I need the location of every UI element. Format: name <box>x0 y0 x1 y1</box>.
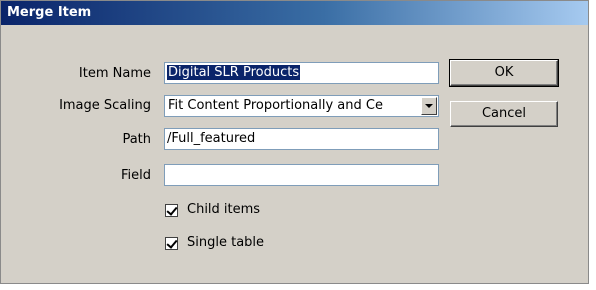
merge-item-dialog: Merge Item Item Name Digital SLR Product… <box>0 0 589 284</box>
image-scaling-label: Image Scaling <box>59 98 151 113</box>
item-name-input[interactable]: Digital SLR Products <box>164 62 439 84</box>
dialog-title: Merge Item <box>1 1 588 25</box>
field-label: Field <box>120 168 151 183</box>
image-scaling-select[interactable]: Fit Content Proportionally and Ce <box>164 95 439 117</box>
item-name-value: Digital SLR Products <box>167 65 301 80</box>
cancel-button[interactable]: Cancel <box>450 101 558 127</box>
single-table-label: Single table <box>187 235 265 250</box>
path-input[interactable]: /Full_featured <box>164 128 439 150</box>
image-scaling-value: Fit Content Proportionally and Ce <box>168 98 383 113</box>
dropdown-arrow-icon[interactable] <box>421 97 437 115</box>
ok-button[interactable]: OK <box>449 59 559 87</box>
path-value: /Full_featured <box>167 131 256 146</box>
path-label: Path <box>122 132 151 147</box>
item-name-label: Item Name <box>78 66 151 81</box>
child-items-checkbox[interactable] <box>165 204 178 217</box>
child-items-label: Child items <box>187 202 261 217</box>
field-input[interactable] <box>164 164 439 186</box>
single-table-checkbox[interactable] <box>165 237 178 250</box>
